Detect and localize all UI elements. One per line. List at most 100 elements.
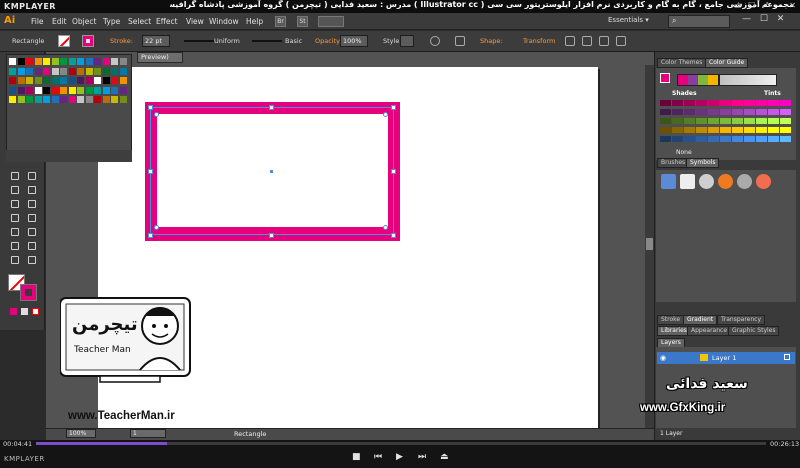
resize-handle-bottom[interactable] — [269, 233, 274, 238]
swatch-chip[interactable] — [34, 86, 42, 94]
align-left-icon[interactable] — [565, 36, 575, 46]
selection-tool-icon[interactable] — [11, 172, 19, 180]
layer-target-indicator[interactable] — [784, 354, 790, 360]
swatch-chip[interactable] — [77, 58, 84, 65]
color-variation-chip[interactable] — [708, 109, 719, 115]
symbol-1[interactable] — [661, 174, 676, 189]
stroke-color-swatch[interactable] — [82, 35, 94, 47]
swatch-chip[interactable] — [43, 86, 50, 94]
artboard-number-field[interactable]: 1 — [130, 429, 166, 438]
color-variation-chip[interactable] — [660, 109, 671, 115]
color-variation-chip[interactable] — [684, 100, 695, 106]
swatch-chip[interactable] — [85, 86, 93, 94]
harmony-rule-dropdown[interactable] — [719, 74, 777, 86]
stroke-weight-field[interactable]: 22 pt — [142, 35, 170, 47]
color-variation-chip[interactable] — [756, 109, 767, 115]
color-variation-chip[interactable] — [780, 136, 791, 142]
none-mode-button[interactable] — [32, 308, 39, 315]
corner-widget-top-right[interactable] — [383, 112, 388, 117]
brush-dropdown[interactable]: Basic — [285, 37, 302, 45]
line-tool-icon[interactable] — [11, 214, 19, 222]
align-icon[interactable] — [455, 36, 465, 46]
swatch-chip[interactable] — [51, 77, 59, 84]
color-variation-chip[interactable] — [684, 136, 695, 142]
eject-icon[interactable]: ⏏ — [440, 452, 449, 462]
tab-appearance[interactable]: Appearance — [687, 326, 732, 336]
swatch-chip[interactable] — [43, 58, 50, 65]
color-variation-chip[interactable] — [780, 100, 791, 106]
swatch-chip[interactable] — [68, 77, 76, 84]
swatch-chip[interactable] — [60, 96, 67, 103]
color-variation-chip[interactable] — [768, 136, 779, 142]
color-variation-chip[interactable] — [780, 109, 791, 115]
swatch-chip[interactable] — [26, 58, 33, 65]
visibility-eye-icon[interactable]: ◉ — [660, 354, 666, 362]
color-variation-chip[interactable] — [720, 136, 731, 142]
swatch-chip[interactable] — [60, 58, 67, 65]
previous-icon[interactable]: ⏮ — [374, 452, 382, 462]
resize-handle-top-right[interactable] — [391, 105, 396, 110]
swatch-chip[interactable] — [60, 77, 67, 84]
swatch-chip[interactable] — [68, 58, 76, 65]
corner-widget-bottom-left[interactable] — [154, 225, 159, 230]
isolate-icon[interactable] — [599, 36, 609, 46]
swatch-chip[interactable] — [119, 96, 127, 103]
swatch-chip[interactable] — [51, 67, 59, 75]
shape-label[interactable]: Shape: — [480, 37, 503, 45]
align-center-icon[interactable] — [582, 36, 592, 46]
gradient-mode-button[interactable] — [21, 308, 28, 315]
swatch-chip[interactable] — [102, 67, 110, 75]
swatch-chip[interactable] — [94, 58, 101, 65]
swatch-chip[interactable] — [17, 86, 25, 94]
symbol-3[interactable] — [699, 174, 714, 189]
swatch-chip[interactable] — [17, 58, 25, 65]
color-variation-chip[interactable] — [660, 127, 671, 133]
color-variation-chip[interactable] — [708, 127, 719, 133]
swatch-chip[interactable] — [34, 96, 42, 103]
bridge-button[interactable]: Br — [275, 16, 286, 27]
color-variation-chip[interactable] — [684, 109, 695, 115]
swatch-chip[interactable] — [34, 67, 42, 75]
swatch-chip[interactable] — [26, 96, 33, 103]
color-variation-chip[interactable] — [780, 118, 791, 124]
swatch-chip[interactable] — [51, 96, 59, 103]
color-variation-chip[interactable] — [756, 136, 767, 142]
tab-graphic-styles[interactable]: Graphic Styles — [728, 326, 780, 336]
tab-stroke[interactable]: Stroke — [657, 315, 685, 325]
color-variation-chip[interactable] — [660, 136, 671, 142]
color-variation-chip[interactable] — [756, 127, 767, 133]
scrollbar-thumb[interactable] — [646, 238, 653, 250]
resize-handle-left[interactable] — [148, 169, 153, 174]
swatch-chip[interactable] — [60, 67, 67, 75]
color-variation-chip[interactable] — [684, 127, 695, 133]
tab-color-themes[interactable]: Color Themes — [657, 58, 707, 68]
color-variation-chip[interactable] — [732, 136, 743, 142]
pencil-tool-icon[interactable] — [28, 228, 36, 236]
color-variation-chip[interactable] — [696, 127, 707, 133]
swatch-chip[interactable] — [68, 67, 76, 75]
color-variation-chip[interactable] — [744, 136, 755, 142]
swatch-chip[interactable] — [17, 96, 25, 103]
swatch-chip[interactable] — [34, 58, 42, 65]
swatch-chip[interactable] — [9, 96, 16, 103]
tab-transparency[interactable]: Transparency — [717, 315, 766, 325]
color-variation-chip[interactable] — [672, 127, 683, 133]
swatch-chip[interactable] — [68, 96, 76, 103]
document-tab[interactable]: Preview) — [137, 52, 183, 63]
swatch-chip[interactable] — [102, 58, 110, 65]
color-variation-chip[interactable] — [744, 127, 755, 133]
swatch-chip[interactable] — [85, 67, 93, 75]
color-variation-chip[interactable] — [720, 109, 731, 115]
color-variation-chip[interactable] — [696, 136, 707, 142]
color-variation-chip[interactable] — [744, 118, 755, 124]
menu-help[interactable]: Help — [246, 17, 263, 26]
resize-handle-bottom-left[interactable] — [148, 233, 153, 238]
swatch-chip[interactable] — [77, 86, 84, 94]
direct-selection-tool-icon[interactable] — [28, 172, 36, 180]
resize-handle-top-left[interactable] — [148, 105, 153, 110]
swatch-chip[interactable] — [111, 67, 118, 75]
rectangle-tool-icon[interactable] — [28, 214, 36, 222]
color-variation-chip[interactable] — [768, 127, 779, 133]
resize-handle-right[interactable] — [391, 169, 396, 174]
app-window-controls[interactable]: — ☐ ✕ — [742, 14, 784, 24]
